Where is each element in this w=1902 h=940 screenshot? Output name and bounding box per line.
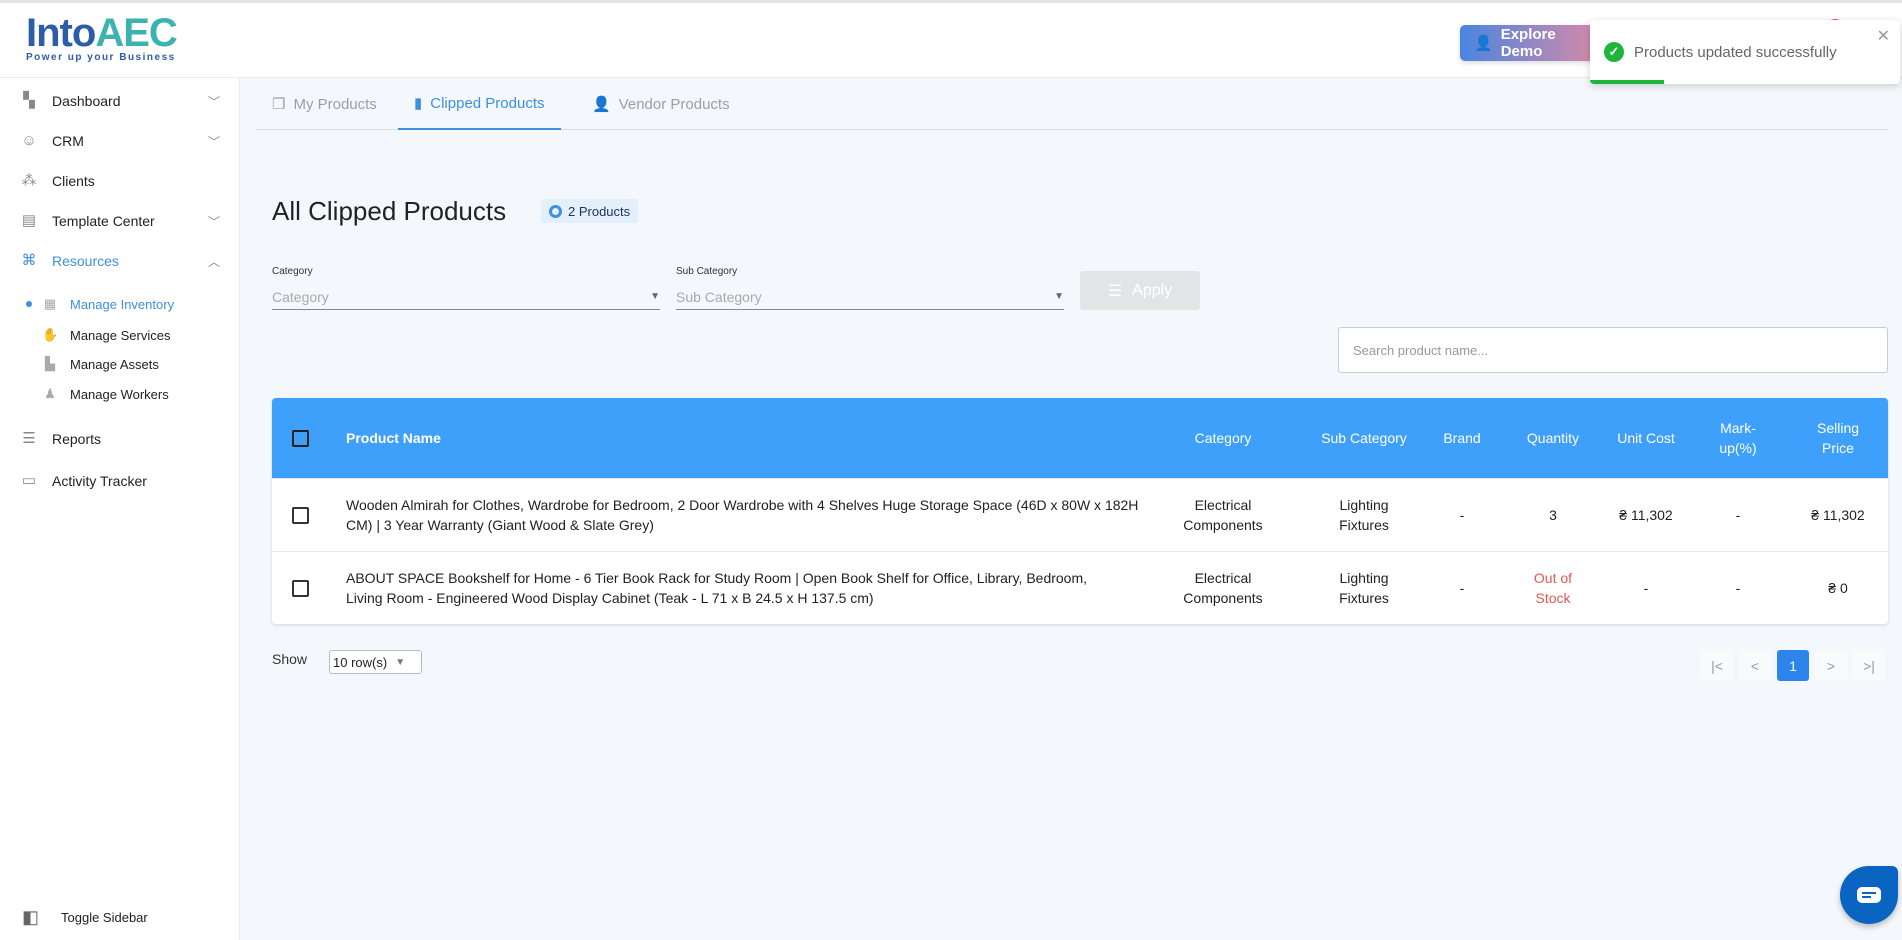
sidebar-toggle-icon: ◧ (22, 907, 40, 927)
clip-icon: ▮ (414, 95, 423, 112)
header-product-name[interactable]: Product Name (346, 398, 1146, 478)
unit-cost-cell: - (1643, 580, 1649, 596)
header-quantity[interactable]: Quantity (1508, 398, 1598, 478)
header-unit-cost[interactable]: Unit Cost (1611, 398, 1681, 478)
quantity-cell: 3 (1549, 507, 1557, 523)
resources-icon: ⌘ (21, 252, 37, 269)
explore-demo-button[interactable]: 👤 Explore Demo (1460, 25, 1600, 61)
sidebar-subitem-manage-services[interactable]: ✋ Manage Services (26, 327, 170, 343)
ring-icon (549, 204, 562, 218)
caret-down-icon: ▼ (1054, 291, 1064, 302)
caret-down-icon: ▼ (650, 291, 660, 302)
search-input[interactable] (1338, 327, 1888, 373)
close-icon[interactable]: ✕ (1877, 26, 1890, 46)
header-brand[interactable]: Brand (1422, 398, 1502, 478)
user-icon: 👤 (1474, 35, 1493, 52)
success-toast: ✓ Products updated successfully ✕ (1590, 20, 1900, 84)
products-table: Product Name Category Sub Category Brand… (272, 398, 1888, 624)
chevron-up-icon: ︿ (207, 254, 220, 269)
toast-progress-bar (1590, 80, 1665, 84)
assets-icon: ▙ (45, 356, 55, 371)
product-name: ABOUT SPACE Bookshelf for Home - 6 Tier … (346, 570, 1088, 606)
chat-button[interactable] (1840, 866, 1898, 924)
header-category[interactable]: Category (1163, 398, 1283, 478)
out-of-stock-status: Out of Stock (1533, 570, 1573, 606)
logo[interactable]: IntoAEC Power up your Business (26, 11, 178, 71)
markup-cell: - (1735, 580, 1741, 596)
product-name: Wooden Almirah for Clothes, Wardrobe for… (346, 497, 1139, 533)
sub-category-cell: Lighting Fixtures (1339, 497, 1389, 533)
category-cell: Electrical Components (1183, 570, 1263, 606)
sliders-icon: ☰ (1107, 282, 1123, 300)
row-checkbox[interactable] (291, 506, 309, 524)
header-selling-price[interactable]: Selling Price (1803, 398, 1873, 478)
tab-my-products[interactable]: ❒ My Products (256, 78, 393, 130)
chevron-down-icon: ﹀ (207, 94, 220, 109)
chevron-down-icon: ﹀ (207, 134, 220, 149)
sidebar-item-dashboard[interactable]: ▚ Dashboard ﹀ (20, 92, 220, 110)
vendor-icon: 👤 (592, 96, 611, 113)
category-cell: Electrical Components (1183, 497, 1263, 533)
product-count-badge: 2 Products (541, 199, 639, 223)
caret-down-icon: ▼ (395, 656, 406, 668)
rows-per-page-select[interactable]: 10 row(s) ▼ (329, 650, 422, 674)
toggle-sidebar-button[interactable]: ◧ Toggle Sidebar (22, 907, 148, 928)
sub-category-label: Sub Category (676, 266, 738, 277)
category-label: Category (272, 266, 313, 277)
page-title: All Clipped Products (272, 196, 507, 226)
apply-button[interactable]: ☰ Apply (1080, 271, 1200, 310)
chat-icon (1857, 887, 1881, 903)
sidebar-item-template-center[interactable]: ▤ Template Center ﹀ (20, 212, 220, 230)
sub-category-select[interactable]: Sub Category ▼ (676, 284, 1064, 310)
table-row[interactable]: ABOUT SPACE Bookshelf for Home - 6 Tier … (272, 551, 1888, 624)
selling-price-cell: ₴ 11,302 (1811, 507, 1865, 523)
activity-icon: ▭ (21, 472, 37, 489)
reports-icon: ☰ (22, 430, 36, 447)
table-row[interactable]: Wooden Almirah for Clothes, Wardrobe for… (272, 478, 1888, 551)
clients-icon: ⁂ (21, 172, 37, 189)
header-sub-category[interactable]: Sub Category (1319, 398, 1409, 478)
sidebar-item-crm[interactable]: ☺ CRM ﹀ (20, 132, 220, 150)
sidebar-item-activity-tracker[interactable]: ▭ Activity Tracker (20, 472, 220, 490)
select-all-checkbox[interactable] (291, 429, 309, 447)
next-page-button[interactable]: > (1815, 650, 1847, 681)
sub-category-cell: Lighting Fixtures (1339, 570, 1389, 606)
tab-clipped-products[interactable]: ▮ Clipped Products (398, 78, 561, 130)
row-checkbox[interactable] (291, 579, 309, 597)
product-tabs: ❒ My Products ▮ Clipped Products 👤 Vendor P… (256, 78, 1888, 130)
category-select[interactable]: Category ▼ (272, 284, 660, 310)
sidebar-item-resources[interactable]: ⌘ Resources ︿ (20, 252, 221, 270)
first-page-button[interactable]: |< (1701, 650, 1733, 681)
markup-cell: - (1735, 507, 1741, 523)
sidebar-subitem-manage-inventory[interactable]: ▦ Manage Inventory (26, 296, 174, 312)
sidebar: ▚ Dashboard ﹀ ☺ CRM ﹀ ⁂ Clients ▤ Template Cen… (0, 78, 240, 940)
logo-tagline: Power up your Business (26, 52, 176, 63)
header-markup[interactable]: Mark-up(%) (1703, 398, 1773, 478)
selling-price-cell: ₴ 0 (1828, 580, 1848, 596)
sidebar-item-clients[interactable]: ⁂ Clients (20, 172, 220, 190)
table-header: Product Name Category Sub Category Brand… (272, 398, 1888, 478)
tab-vendor-products[interactable]: 👤 Vendor Products (576, 78, 746, 130)
page-1-button[interactable]: 1 (1777, 650, 1809, 681)
show-label: Show (272, 651, 308, 667)
inventory-icon: ▦ (43, 296, 57, 311)
brand-cell: - (1459, 507, 1465, 523)
dashboard-icon: ▚ (23, 92, 35, 109)
last-page-button[interactable]: >| (1853, 650, 1885, 681)
box-icon: ❒ (272, 96, 286, 113)
brand-cell: - (1459, 580, 1465, 596)
check-circle-icon: ✓ (1604, 42, 1624, 62)
prev-page-button[interactable]: < (1739, 650, 1771, 681)
crm-icon: ☺ (21, 132, 37, 149)
chevron-down-icon: ﹀ (207, 214, 220, 229)
unit-cost-cell: ₴ 11,302 (1619, 507, 1673, 523)
sidebar-subitem-manage-assets[interactable]: ▙ Manage Assets (26, 356, 159, 372)
sidebar-subitem-manage-workers[interactable]: ♟ Manage Workers (26, 386, 169, 402)
services-icon: ✋ (42, 327, 59, 342)
workers-icon: ♟ (44, 386, 56, 401)
sidebar-item-reports[interactable]: ☰ Reports (20, 430, 220, 448)
template-icon: ▤ (21, 212, 37, 229)
toast-message: Products updated successfully (1634, 44, 1837, 61)
